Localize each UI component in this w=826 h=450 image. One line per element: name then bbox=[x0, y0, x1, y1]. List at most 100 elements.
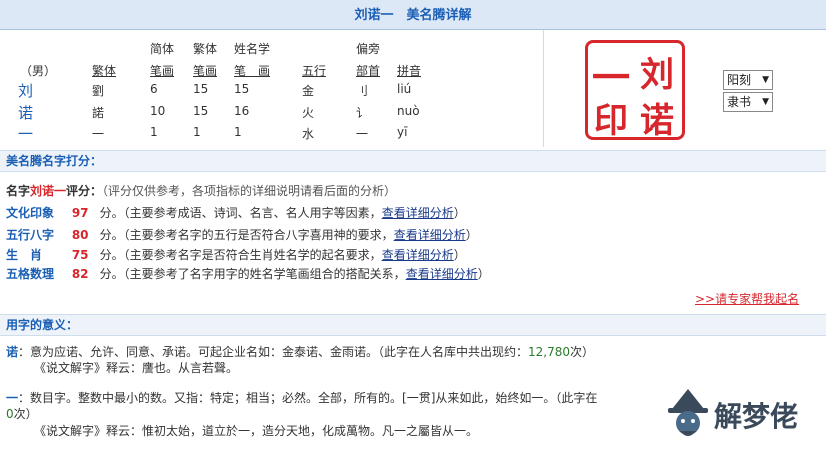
seal-char-liu: 刘 bbox=[640, 55, 674, 95]
score-intro-name: 刘诺一 bbox=[30, 184, 67, 198]
chevron-down-icon: ▼ bbox=[762, 97, 769, 107]
score-value: 80 bbox=[71, 228, 89, 242]
seal-char-nuo: 诺 bbox=[640, 101, 674, 141]
row-xmbh-liu: 15 bbox=[234, 82, 250, 96]
meaning-yi-shuowen: 《说文解字》释云：惟初太始，道立於一，造分天地，化成萬物。凡一之屬皆从一。 bbox=[34, 422, 478, 439]
score-section-heading: 美名腾名字打分： bbox=[0, 150, 826, 172]
meaning-yi-end: 次） bbox=[13, 407, 38, 421]
seal-font-select[interactable]: 隶书 ▼ bbox=[723, 92, 773, 112]
score-row-shengxiao: 生 肖 75 分。（主要参考名字是否符合生肖姓名学的起名要求，查看详细分析） bbox=[6, 246, 466, 263]
row-jianti-liu: 6 bbox=[150, 82, 158, 96]
watermark-text: 解梦佬 bbox=[714, 400, 799, 433]
header-pianpang-top: 偏旁 bbox=[356, 42, 381, 56]
header-xingming-top: 姓名学 bbox=[234, 42, 271, 56]
seal-panel: 刘 诺 一 印 阳刻 ▼ 隶书 ▼ bbox=[545, 30, 826, 147]
score-desc: （主要参考名字是否符合生肖姓名学的起名要求， bbox=[123, 248, 382, 262]
score-desc-end: ） bbox=[453, 248, 466, 262]
meaning-nuo-shuowen: 《说文解字》释云：譍也。从言若聲。 bbox=[34, 359, 238, 376]
score-label: 文化印象 bbox=[6, 206, 55, 220]
seal-style-select[interactable]: 阳刻 ▼ bbox=[723, 70, 773, 90]
name-info-table: 简体 繁体 姓名学 偏旁 （男） 繁体 笔画 笔画 笔 画 五行 部首 拼音 刘… bbox=[0, 30, 544, 147]
page-title: 刘诺一 美名腾详解 bbox=[354, 8, 472, 23]
row-fantibh-liu: 15 bbox=[193, 82, 209, 96]
meaning-nuo-count: 12,780 bbox=[528, 345, 571, 359]
row-xmbh-yi: 1 bbox=[234, 125, 242, 139]
score-desc: （主要参考成语、诗词、名言、名人用字等因素， bbox=[123, 206, 382, 220]
meaning-nuo-text: ：意为应诺、允许、同意、承诺。可起企业名如：金泰诺、金雨诺。（此字在人名库中共出… bbox=[18, 345, 529, 359]
shuowen-text: 譍也。从言若聲。 bbox=[142, 361, 239, 375]
meaning-yi-char: 一 bbox=[6, 391, 19, 405]
row-wuxing-nuo: 火 bbox=[302, 106, 315, 120]
header-fanti2-bottom: 笔画 bbox=[193, 64, 218, 78]
score-intro-note: （评分仅供参考，各项指标的详细说明请看后面的分析） bbox=[102, 184, 397, 198]
row-fantibh-nuo: 15 bbox=[193, 104, 209, 118]
meaning-nuo-char: 诺 bbox=[6, 345, 19, 359]
score-intro: 名字刘诺一评分：（评分仅供参考，各项指标的详细说明请看后面的分析） bbox=[6, 182, 396, 199]
row-char-liu: 刘 bbox=[18, 82, 34, 100]
score-unit: 分。 bbox=[99, 228, 124, 242]
header-jianti-top: 简体 bbox=[150, 42, 175, 56]
row-fantibh-yi: 1 bbox=[193, 125, 201, 139]
score-label: 生 肖 bbox=[6, 248, 43, 262]
row-char-nuo: 诺 bbox=[18, 104, 34, 122]
header-pinyin: 拼音 bbox=[397, 64, 422, 78]
row-bushou-liu: 刂 bbox=[356, 84, 369, 98]
row-fanti-yi: 一 bbox=[92, 127, 105, 141]
row-xmbh-nuo: 16 bbox=[234, 104, 250, 118]
header-fanti: 繁体 bbox=[92, 64, 117, 78]
page-title-bar: 刘诺一 美名腾详解 bbox=[0, 0, 826, 30]
expert-naming-link[interactable]: >>请专家帮我起名 bbox=[695, 290, 799, 307]
shuowen-text: 惟初太始，道立於一，造分天地，化成萬物。凡一之屬皆从一。 bbox=[142, 424, 479, 438]
detail-analysis-link[interactable]: 查看详细分析 bbox=[394, 228, 466, 242]
header-wuxing: 五行 bbox=[302, 64, 327, 78]
row-jianti-nuo: 10 bbox=[150, 104, 166, 118]
row-pinyin-nuo: nuò bbox=[397, 104, 420, 118]
header-xingming-bottom: 笔 画 bbox=[234, 64, 271, 78]
row-wuxing-liu: 金 bbox=[302, 84, 315, 98]
score-label: 五行八字 bbox=[6, 228, 55, 242]
row-char-yi: 一 bbox=[18, 125, 34, 143]
row-bushou-yi: 一 bbox=[356, 127, 369, 141]
score-desc-end: ） bbox=[465, 228, 478, 242]
shuowen-label: 《说文解字》释云： bbox=[34, 424, 143, 438]
meaning-section-heading: 用字的意义： bbox=[0, 314, 826, 336]
row-jianti-yi: 1 bbox=[150, 125, 158, 139]
score-desc: （主要参考名字的五行是否符合八字喜用神的要求， bbox=[123, 228, 394, 242]
score-desc-end: ） bbox=[477, 267, 490, 281]
chevron-down-icon: ▼ bbox=[762, 75, 769, 85]
score-unit: 分。 bbox=[99, 206, 124, 220]
score-value: 97 bbox=[71, 206, 89, 220]
score-unit: 分。 bbox=[99, 267, 124, 281]
score-intro-suffix: 评分： bbox=[66, 184, 103, 198]
meaning-yi-count: 0 bbox=[6, 407, 14, 421]
meaning-yi-line: 一：数目字。整数中最小的数。又指：特定；相当；必然。全部，所有的。[一贯]从来如… bbox=[6, 389, 597, 406]
score-unit: 分。 bbox=[99, 248, 124, 262]
meaning-yi-count-line: 0次） bbox=[6, 405, 38, 422]
row-pinyin-liu: liú bbox=[397, 82, 412, 96]
wizard-mascot-icon bbox=[668, 389, 708, 436]
site-watermark-logo: 解梦佬 bbox=[662, 385, 822, 445]
score-desc: （主要参考了名字用字的姓名学笔画组合的搭配关系， bbox=[123, 267, 406, 281]
shuowen-label: 《说文解字》释云： bbox=[34, 361, 143, 375]
score-value: 82 bbox=[71, 267, 89, 281]
detail-analysis-link[interactable]: 查看详细分析 bbox=[382, 206, 454, 220]
seal-char-yin: 印 bbox=[594, 101, 628, 141]
detail-analysis-link[interactable]: 查看详细分析 bbox=[382, 248, 454, 262]
row-fanti-liu: 劉 bbox=[92, 84, 105, 98]
header-pianpang-bottom: 部首 bbox=[356, 64, 381, 78]
score-row-wuxing: 五行八字 80 分。（主要参考名字的五行是否符合八字喜用神的要求，查看详细分析） bbox=[6, 226, 478, 243]
name-seal-image: 刘 诺 一 印 bbox=[585, 40, 685, 141]
meaning-nuo-line: 诺：意为应诺、允许、同意、承诺。可起企业名如：金泰诺、金雨诺。（此字在人名库中共… bbox=[6, 343, 594, 360]
seal-style-value: 阳刻 bbox=[727, 73, 752, 87]
seal-font-value: 隶书 bbox=[727, 95, 752, 109]
row-bushou-nuo: 讠 bbox=[356, 106, 369, 120]
score-label: 五格数理 bbox=[6, 267, 55, 281]
score-row-culture: 文化印象 97 分。（主要参考成语、诗词、名言、名人用字等因素，查看详细分析） bbox=[6, 204, 466, 221]
detail-analysis-link[interactable]: 查看详细分析 bbox=[406, 267, 478, 281]
header-jianti-bottom: 笔画 bbox=[150, 64, 175, 78]
score-value: 75 bbox=[71, 248, 89, 262]
gender-label: （男） bbox=[20, 64, 57, 78]
header-fanti2-top: 繁体 bbox=[193, 42, 218, 56]
score-desc-end: ） bbox=[453, 206, 466, 220]
row-pinyin-yi: yī bbox=[397, 125, 408, 139]
